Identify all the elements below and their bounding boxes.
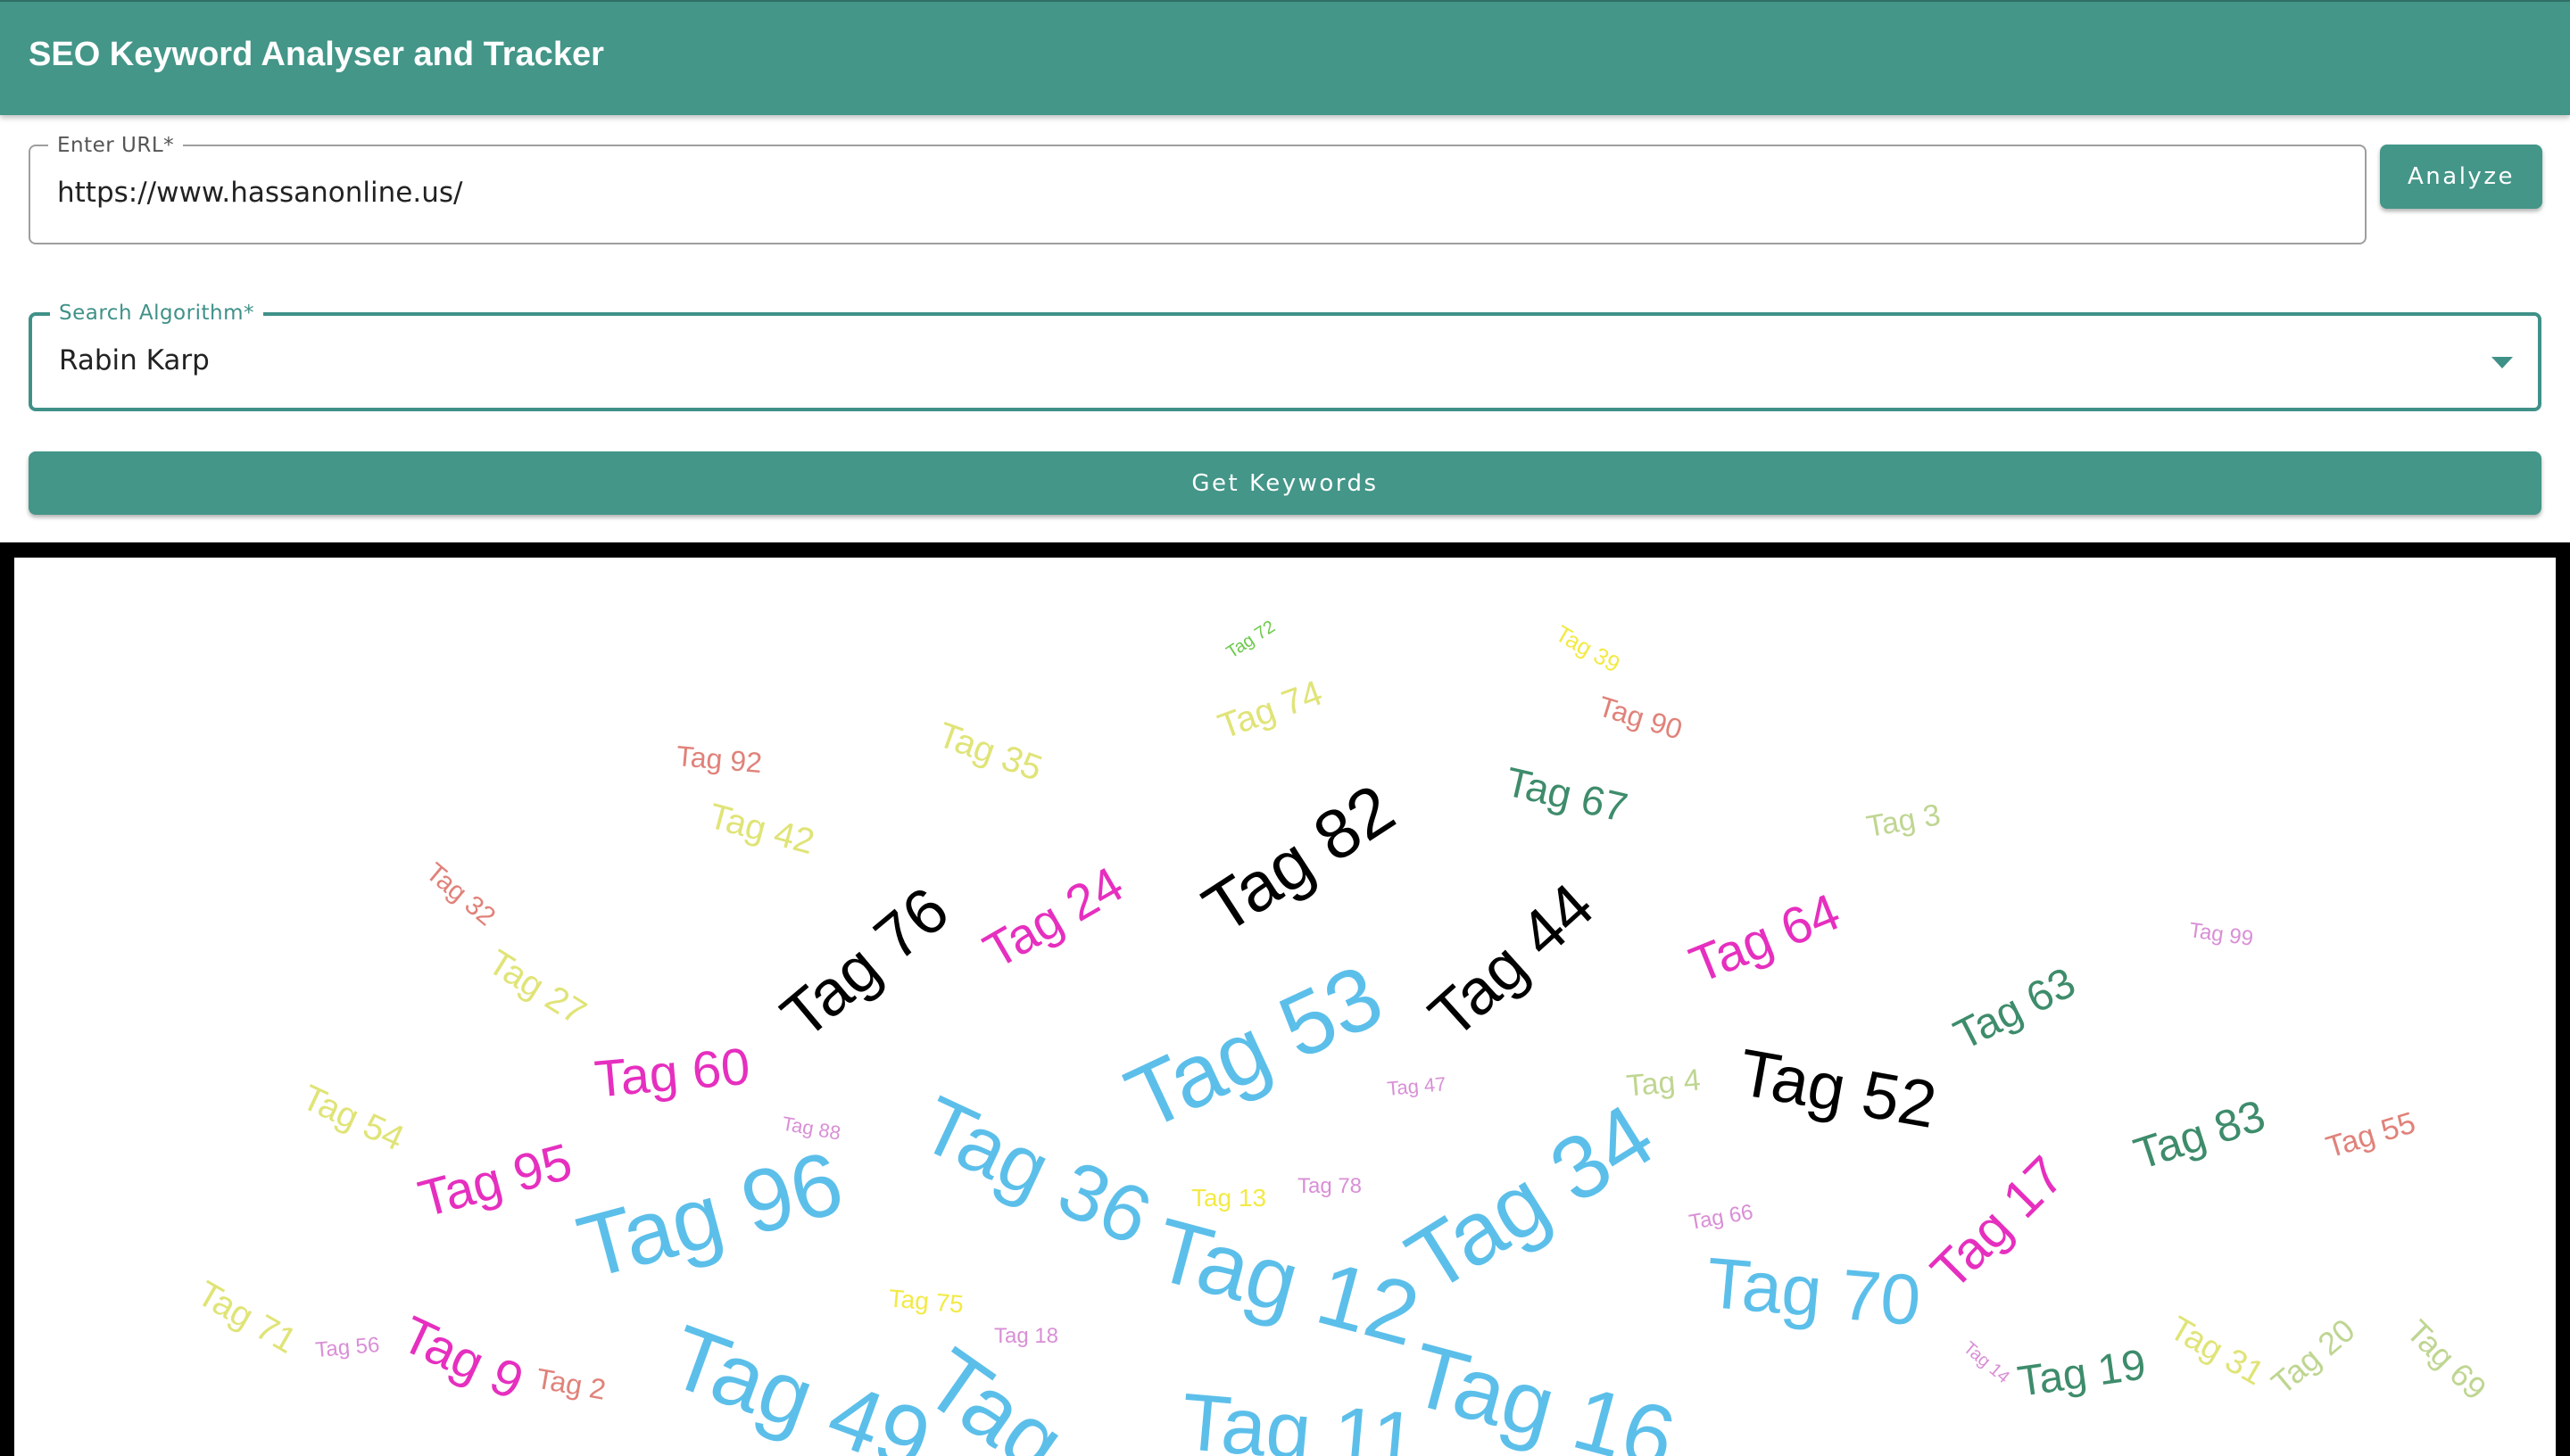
analyze-button[interactable]: Analyze xyxy=(2380,145,2542,209)
word-cloud-panel xyxy=(0,542,2570,1456)
app-bar: SEO Keyword Analyser and Tracker xyxy=(0,0,2570,115)
app-title: SEO Keyword Analyser and Tracker xyxy=(29,36,604,73)
get-keywords-button[interactable]: Get Keywords xyxy=(29,451,2541,515)
url-input-field[interactable]: Enter URL* https://www.hassanonline.us/ xyxy=(29,134,2367,244)
search-algorithm-select[interactable]: Search Algorithm* Rabin Karp xyxy=(29,302,2541,411)
search-algorithm-value[interactable]: Rabin Karp xyxy=(59,344,210,376)
search-algorithm-label: Search Algorithm* xyxy=(50,302,263,325)
url-input[interactable]: https://www.hassanonline.us/ xyxy=(57,177,462,209)
url-field-label: Enter URL* xyxy=(48,134,184,157)
dropdown-arrow-icon[interactable] xyxy=(2491,357,2513,368)
